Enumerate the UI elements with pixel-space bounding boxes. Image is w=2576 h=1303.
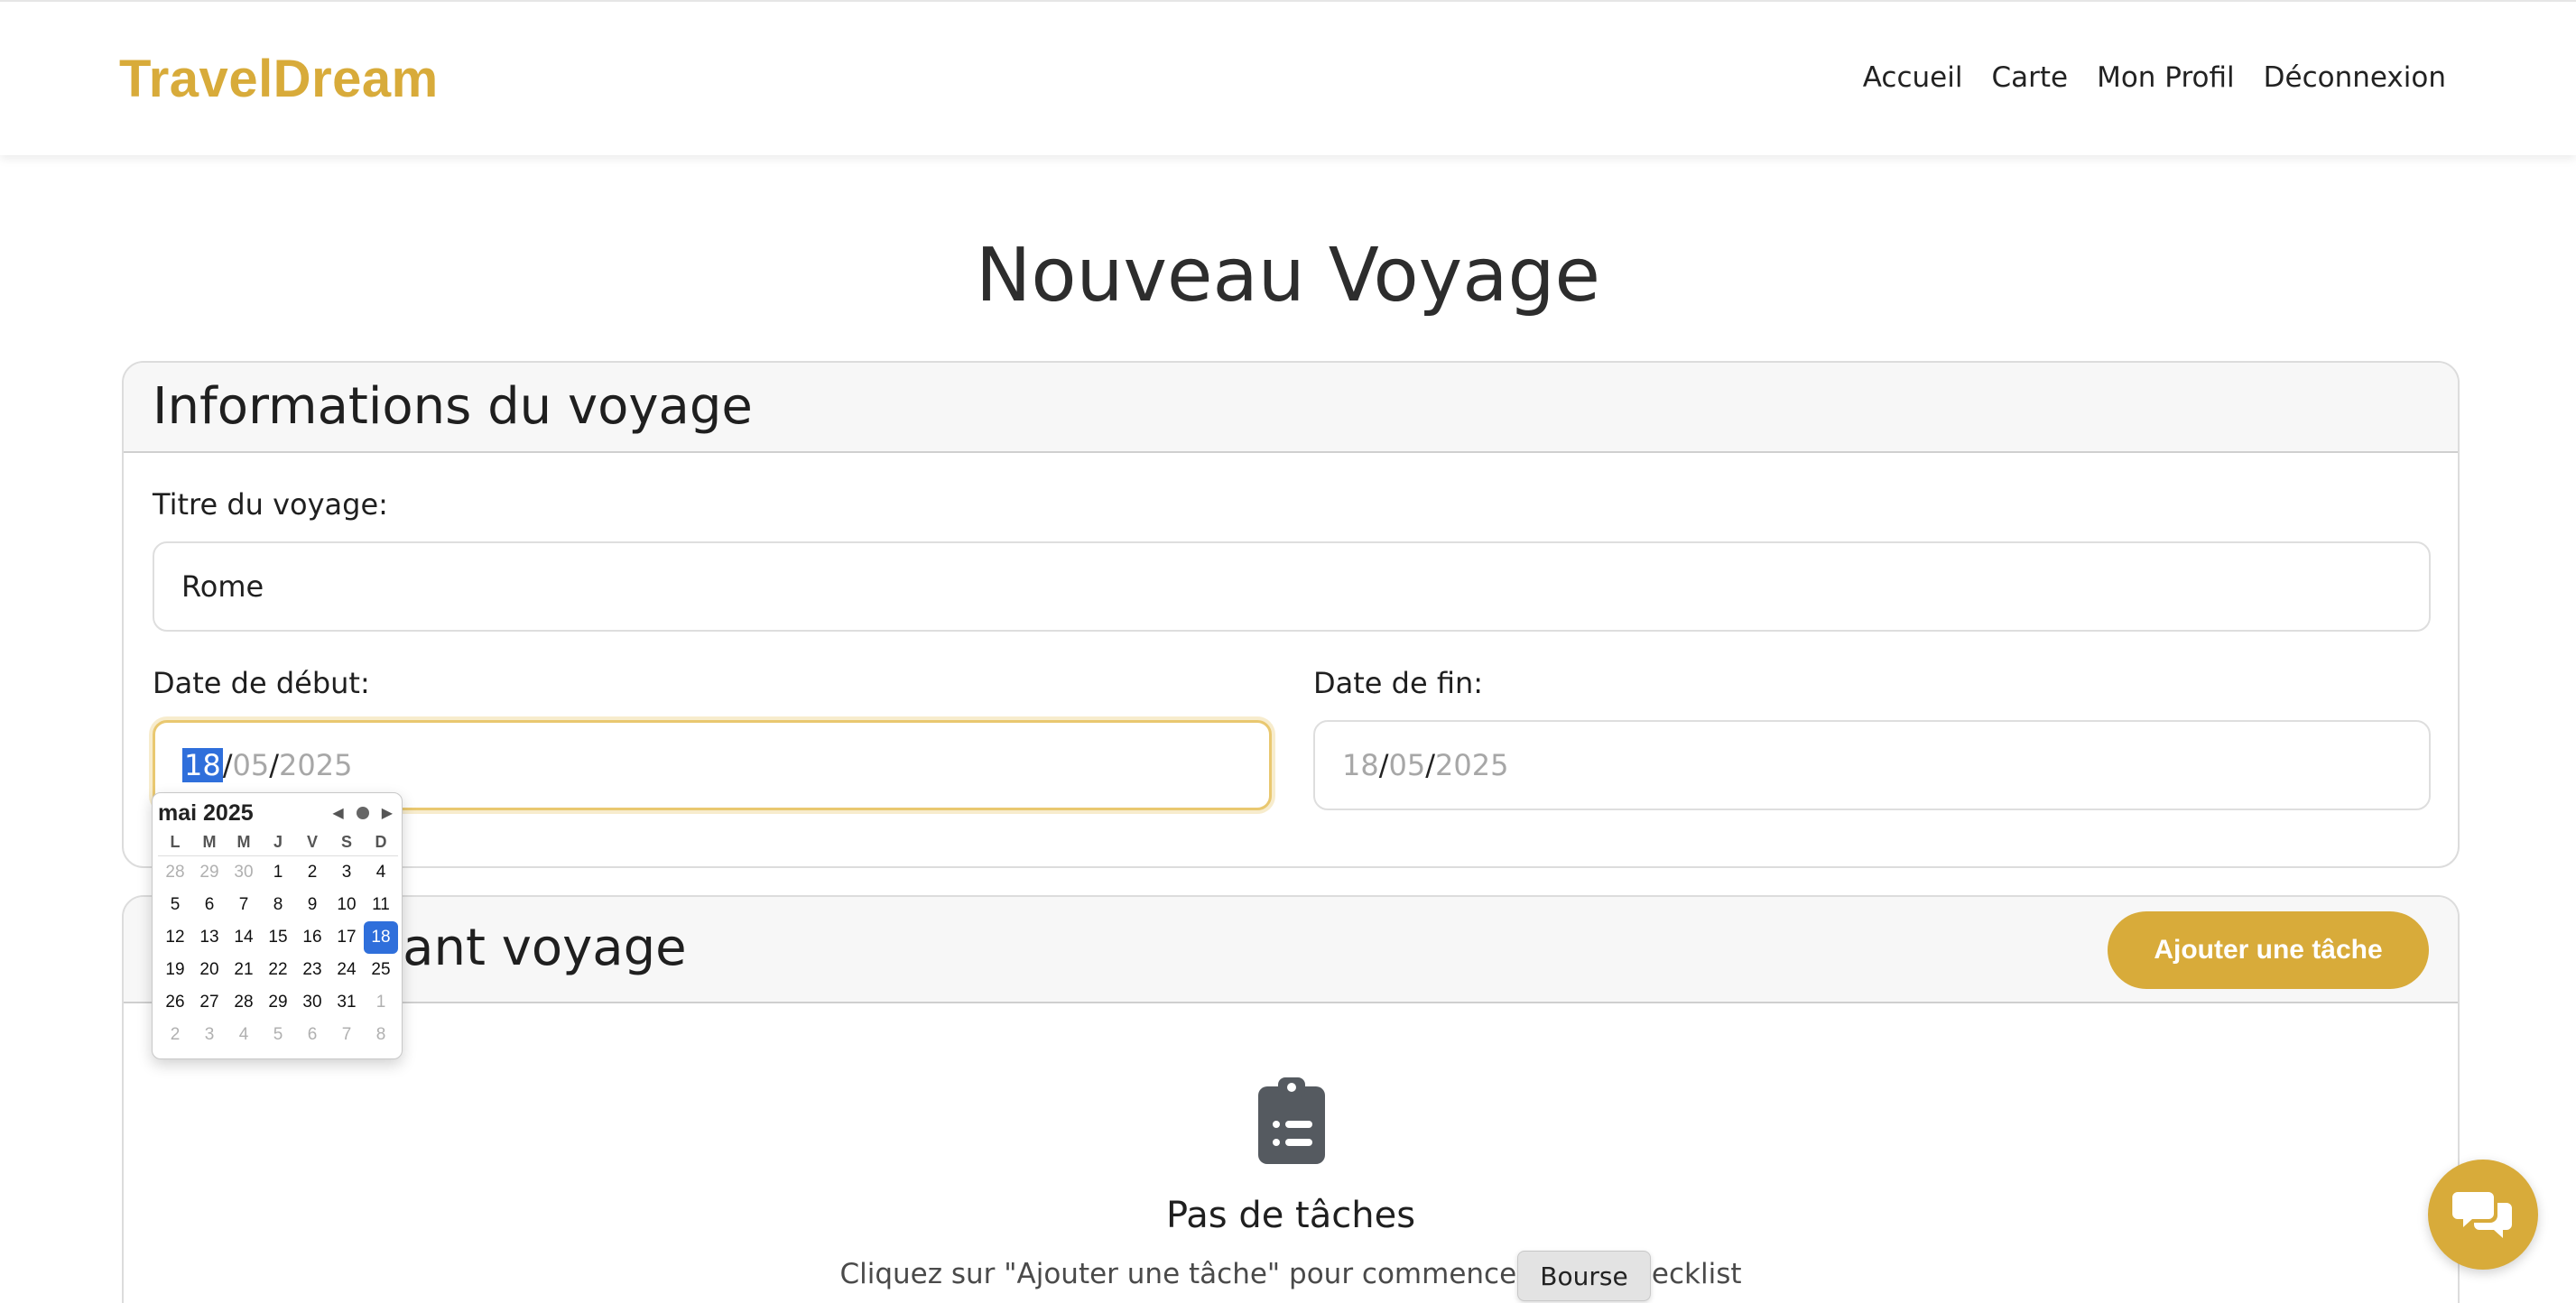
chat-bubbles-icon [2452,1192,2512,1238]
calendar-day[interactable]: 7 [227,889,261,921]
calendar-day[interactable]: 13 [192,921,227,954]
weekday-header: D [364,829,398,856]
calendar-day[interactable]: 4 [364,856,398,889]
end-date-input[interactable]: 18/05/2025 [1313,720,2431,810]
trip-title-value: Rome [181,569,264,604]
calendar-day[interactable]: 20 [192,954,227,986]
calendar-day[interactable]: 30 [295,986,329,1019]
weekday-header: M [192,829,227,856]
trip-title-input[interactable]: Rome [153,541,2431,632]
calendar-month-label: mai 2025 [158,800,254,826]
calendar-day[interactable]: 17 [329,921,364,954]
calendar-day[interactable]: 28 [158,856,192,889]
calendar-day[interactable]: 15 [261,921,295,954]
calendar-day[interactable]: 29 [261,986,295,1019]
calendar-day[interactable]: 3 [329,856,364,889]
calendar-day[interactable]: 16 [295,921,329,954]
calendar-day[interactable]: 5 [261,1019,295,1051]
weekday-header: V [295,829,329,856]
nav-link-mon-profil[interactable]: Mon Profil [2097,61,2235,94]
end-date-day[interactable]: 18 [1342,748,1379,782]
next-month-icon[interactable]: ▶ [382,804,393,822]
calendar-day[interactable]: 7 [329,1019,364,1051]
calendar-day[interactable]: 3 [192,1019,227,1051]
calendar-day[interactable]: 30 [227,856,261,889]
date-picker-popup: mai 2025 ◀ ▶ L M M J V S D 28 29 30 1 2 3 4 5 6 7 8 9 10 11 1… [152,792,403,1059]
start-date-label: Date de début: [153,666,370,700]
nav-link-accueil[interactable]: Accueil [1863,61,1963,94]
tooltip: Bourse [1517,1251,1651,1301]
weekday-header: L [158,829,192,856]
navbar: TravelDream Accueil Carte Mon Profil Déc… [0,0,2576,155]
calendar-day[interactable]: 25 [364,954,398,986]
calendar-day[interactable]: 19 [158,954,192,986]
tasks-card: Tâches avant voyage Ajouter une tâche Pa… [122,895,2460,1303]
calendar-day[interactable]: 1 [261,856,295,889]
prev-month-icon[interactable]: ◀ [332,804,343,822]
trip-info-title: Informations du voyage [153,377,753,436]
calendar-day-selected[interactable]: 18 [364,921,398,954]
end-date-label: Date de fin: [1313,666,1484,700]
date-separator: / [1425,748,1435,782]
calendar-day[interactable]: 14 [227,921,261,954]
calendar-day[interactable]: 27 [192,986,227,1019]
calendar-day[interactable]: 9 [295,889,329,921]
empty-tasks-title: Pas de tâches [1165,1195,1416,1236]
calendar-day[interactable]: 26 [158,986,192,1019]
calendar-day[interactable]: 24 [329,954,364,986]
end-date-year[interactable]: 2025 [1435,748,1508,782]
trip-title-label: Titre du voyage: [153,487,388,522]
calendar-day[interactable]: 8 [261,889,295,921]
trip-info-card: Informations du voyage Titre du voyage: … [122,361,2460,868]
trip-info-header: Informations du voyage [124,363,2458,453]
calendar-day[interactable]: 2 [158,1019,192,1051]
calendar-day[interactable]: 6 [295,1019,329,1051]
start-date-month[interactable]: 05 [233,748,270,782]
calendar-day[interactable]: 8 [364,1019,398,1051]
calendar-day[interactable]: 11 [364,889,398,921]
add-task-button[interactable]: Ajouter une tâche [2108,911,2429,989]
brand-logo[interactable]: TravelDream [119,49,439,109]
tasks-header: Tâches avant voyage Ajouter une tâche [124,897,2458,1003]
calendar-day[interactable]: 1 [364,986,398,1019]
calendar-day[interactable]: 12 [158,921,192,954]
nav-link-deconnexion[interactable]: Déconnexion [2264,61,2446,94]
clipboard-list-icon [1258,1077,1325,1164]
chat-button[interactable] [2428,1160,2538,1270]
calendar-day[interactable]: 23 [295,954,329,986]
page-title: Nouveau Voyage [976,233,1600,319]
weekday-header: J [261,829,295,856]
date-separator: / [222,748,233,782]
calendar-day[interactable]: 4 [227,1019,261,1051]
weekday-header: M [227,829,261,856]
nav-link-carte[interactable]: Carte [1991,61,2068,94]
weekday-header: S [329,829,364,856]
start-date-day[interactable]: 18 [182,748,223,782]
calendar-day[interactable]: 31 [329,986,364,1019]
calendar-day[interactable]: 5 [158,889,192,921]
calendar-day[interactable]: 22 [261,954,295,986]
calendar-nav: ◀ ▶ [332,804,393,822]
calendar-day[interactable]: 6 [192,889,227,921]
start-date-year[interactable]: 2025 [279,748,352,782]
date-separator: / [1378,748,1389,782]
calendar-day[interactable]: 10 [329,889,364,921]
calendar-day[interactable]: 28 [227,986,261,1019]
calendar-grid: L M M J V S D 28 29 30 1 2 3 4 5 6 7 8 9 10 11 12 13 14 15 16 17 18… [158,829,398,1051]
nav-links: Accueil Carte Mon Profil Déconnexion [1863,61,2446,94]
calendar-day[interactable]: 29 [192,856,227,889]
date-separator: / [269,748,279,782]
calendar-day[interactable]: 2 [295,856,329,889]
calendar-day[interactable]: 21 [227,954,261,986]
today-dot-icon[interactable] [356,807,369,819]
end-date-month[interactable]: 05 [1389,748,1426,782]
empty-tasks-description: Cliquez sur "Ajouter une tâche" pour com… [839,1258,1742,1290]
